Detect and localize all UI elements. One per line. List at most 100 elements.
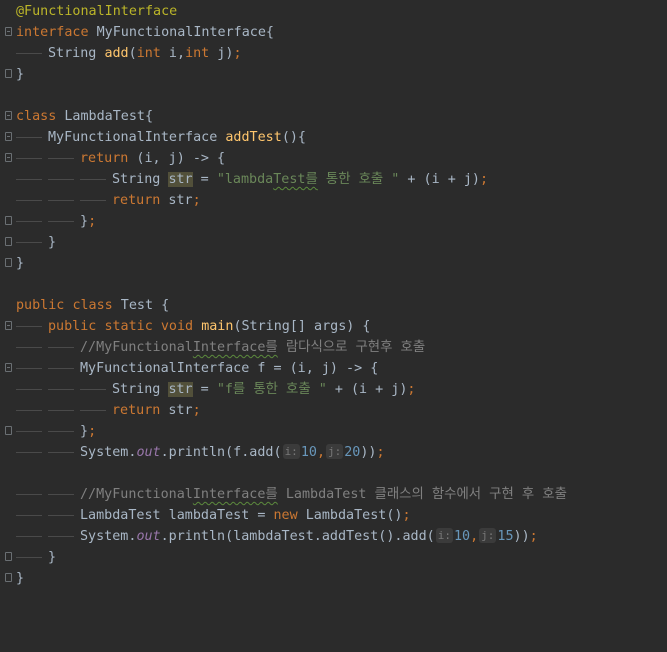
fold-marker-icon[interactable] [5,132,12,141]
code-line[interactable]: return (i, j) -> { [0,148,667,169]
fold-marker-icon[interactable] [5,27,12,36]
gutter [0,22,16,43]
keyword: return [112,193,161,208]
parameter-hint: i: [435,528,453,543]
operator: = [192,172,217,187]
indent-guide [16,526,48,547]
fold-end-icon[interactable] [5,552,12,561]
code-line[interactable]: }; [0,421,667,442]
keyword: interface [16,25,89,40]
expression: + (i + j) [399,172,480,187]
gutter [0,211,16,232]
code-line[interactable]: String str = "f를 통한 호출 " + (i + j); [0,379,667,400]
code-line[interactable]: MyFunctionalInterface addTest(){ [0,127,667,148]
line-code: //MyFunctionalInterface를 LambdaTest 클래스의… [16,484,567,505]
statement: MyFunctionalInterface f = (i, j) -> { [80,361,379,376]
code-line[interactable]: } [0,568,667,589]
code-line[interactable]: public static void main(String[] args) { [0,316,667,337]
keyword: return [80,151,129,166]
code-line[interactable]: } [0,232,667,253]
code-line[interactable]: interface MyFunctionalInterface{ [0,22,667,43]
fold-end-icon[interactable] [5,69,12,78]
gutter [0,106,16,127]
indent-guide [48,442,80,463]
indent-guide [48,400,80,421]
method-name: main [201,319,234,334]
keyword: class [16,109,57,124]
line-code: } [16,547,56,568]
indent-guide [48,211,80,232]
statement: LambdaTest lambdaTest = [80,508,274,523]
fold-end-icon[interactable] [5,573,12,582]
expression: + (i + j) [326,382,408,397]
code-line[interactable]: System.out.println(lambdaTest.addTest().… [0,526,667,547]
type-name: String [112,382,169,397]
fold-marker-icon[interactable] [5,111,12,120]
indent-guide [80,169,112,190]
code-line[interactable]: return str; [0,400,667,421]
code-line[interactable]: MyFunctionalInterface f = (i, j) -> { [0,358,667,379]
line-code: return str; [16,400,201,421]
code-line[interactable]: //MyFunctionalInterface를 LambdaTest 클래스의… [0,484,667,505]
static-field: out [136,529,161,544]
code-line[interactable]: return str; [0,190,667,211]
line-code: @FunctionalInterface [16,1,177,22]
gutter [0,232,16,253]
brace: } [48,235,57,250]
comma: , [316,445,325,460]
punctuation: )) [513,529,530,544]
fold-end-icon[interactable] [5,237,12,246]
indent-guide [16,169,48,190]
fold-marker-icon[interactable] [5,321,12,330]
code-line[interactable]: } [0,64,667,85]
code-line[interactable]: } [0,547,667,568]
number-literal: 15 [497,529,514,544]
line-code: MyFunctionalInterface addTest(){ [16,127,306,148]
indent-guide [16,316,48,337]
line-code: String add(int i,int j); [16,43,242,64]
code-line[interactable]: class LambdaTest{ [0,106,667,127]
gutter [0,358,16,379]
indent-guide [48,190,80,211]
code-line[interactable]: public class Test { [0,295,667,316]
code-editor[interactable]: @FunctionalInterface interface MyFunctio… [0,0,667,592]
code-line[interactable]: @FunctionalInterface [0,1,667,22]
comment: //MyFunctional [80,487,193,502]
code-line[interactable]: System.out.println(f.add(i: 10, j: 20)); [0,442,667,463]
code-line[interactable]: String str = "lambdaTest를 통한 호출 " + (i +… [0,169,667,190]
brace: } [80,214,89,229]
fold-end-icon[interactable] [5,216,12,225]
semicolon: ; [88,214,97,229]
identifier: j) [209,46,234,61]
fold-marker-icon[interactable] [5,153,12,162]
comment: 람다식으로 구현후 호출 [277,340,426,355]
fold-marker-icon[interactable] [5,363,12,372]
identifier: str [160,193,193,208]
indent-guide [16,232,48,253]
gutter [0,148,16,169]
line-code: return str; [16,190,201,211]
keyword: int [136,46,161,61]
punctuation: (){ [281,130,306,145]
indent-guide [16,505,48,526]
brace: } [16,67,25,82]
indent-guide [80,190,112,211]
type-name: String [112,172,169,187]
line-code: MyFunctionalInterface f = (i, j) -> { [16,358,378,379]
fold-end-icon[interactable] [5,426,12,435]
identifier: LambdaTest() [297,508,403,523]
line-code: }; [16,211,96,232]
code-line[interactable]: }; [0,211,667,232]
parameter-hint: j: [479,528,497,543]
code-line[interactable]: //MyFunctionalInterface를 람다식으로 구현후 호출 [0,337,667,358]
annotation: @FunctionalInterface [16,4,178,19]
code-line[interactable]: LambdaTest lambdaTest = new LambdaTest()… [0,505,667,526]
string-literal: "lambda [216,172,274,187]
indent-guide [16,442,48,463]
code-line[interactable]: } [0,253,667,274]
identifier: Test { [112,298,170,313]
fold-end-icon[interactable] [5,258,12,267]
code-line[interactable]: String add(int i,int j); [0,43,667,64]
line-code: } [16,253,24,274]
indent-guide [80,400,112,421]
